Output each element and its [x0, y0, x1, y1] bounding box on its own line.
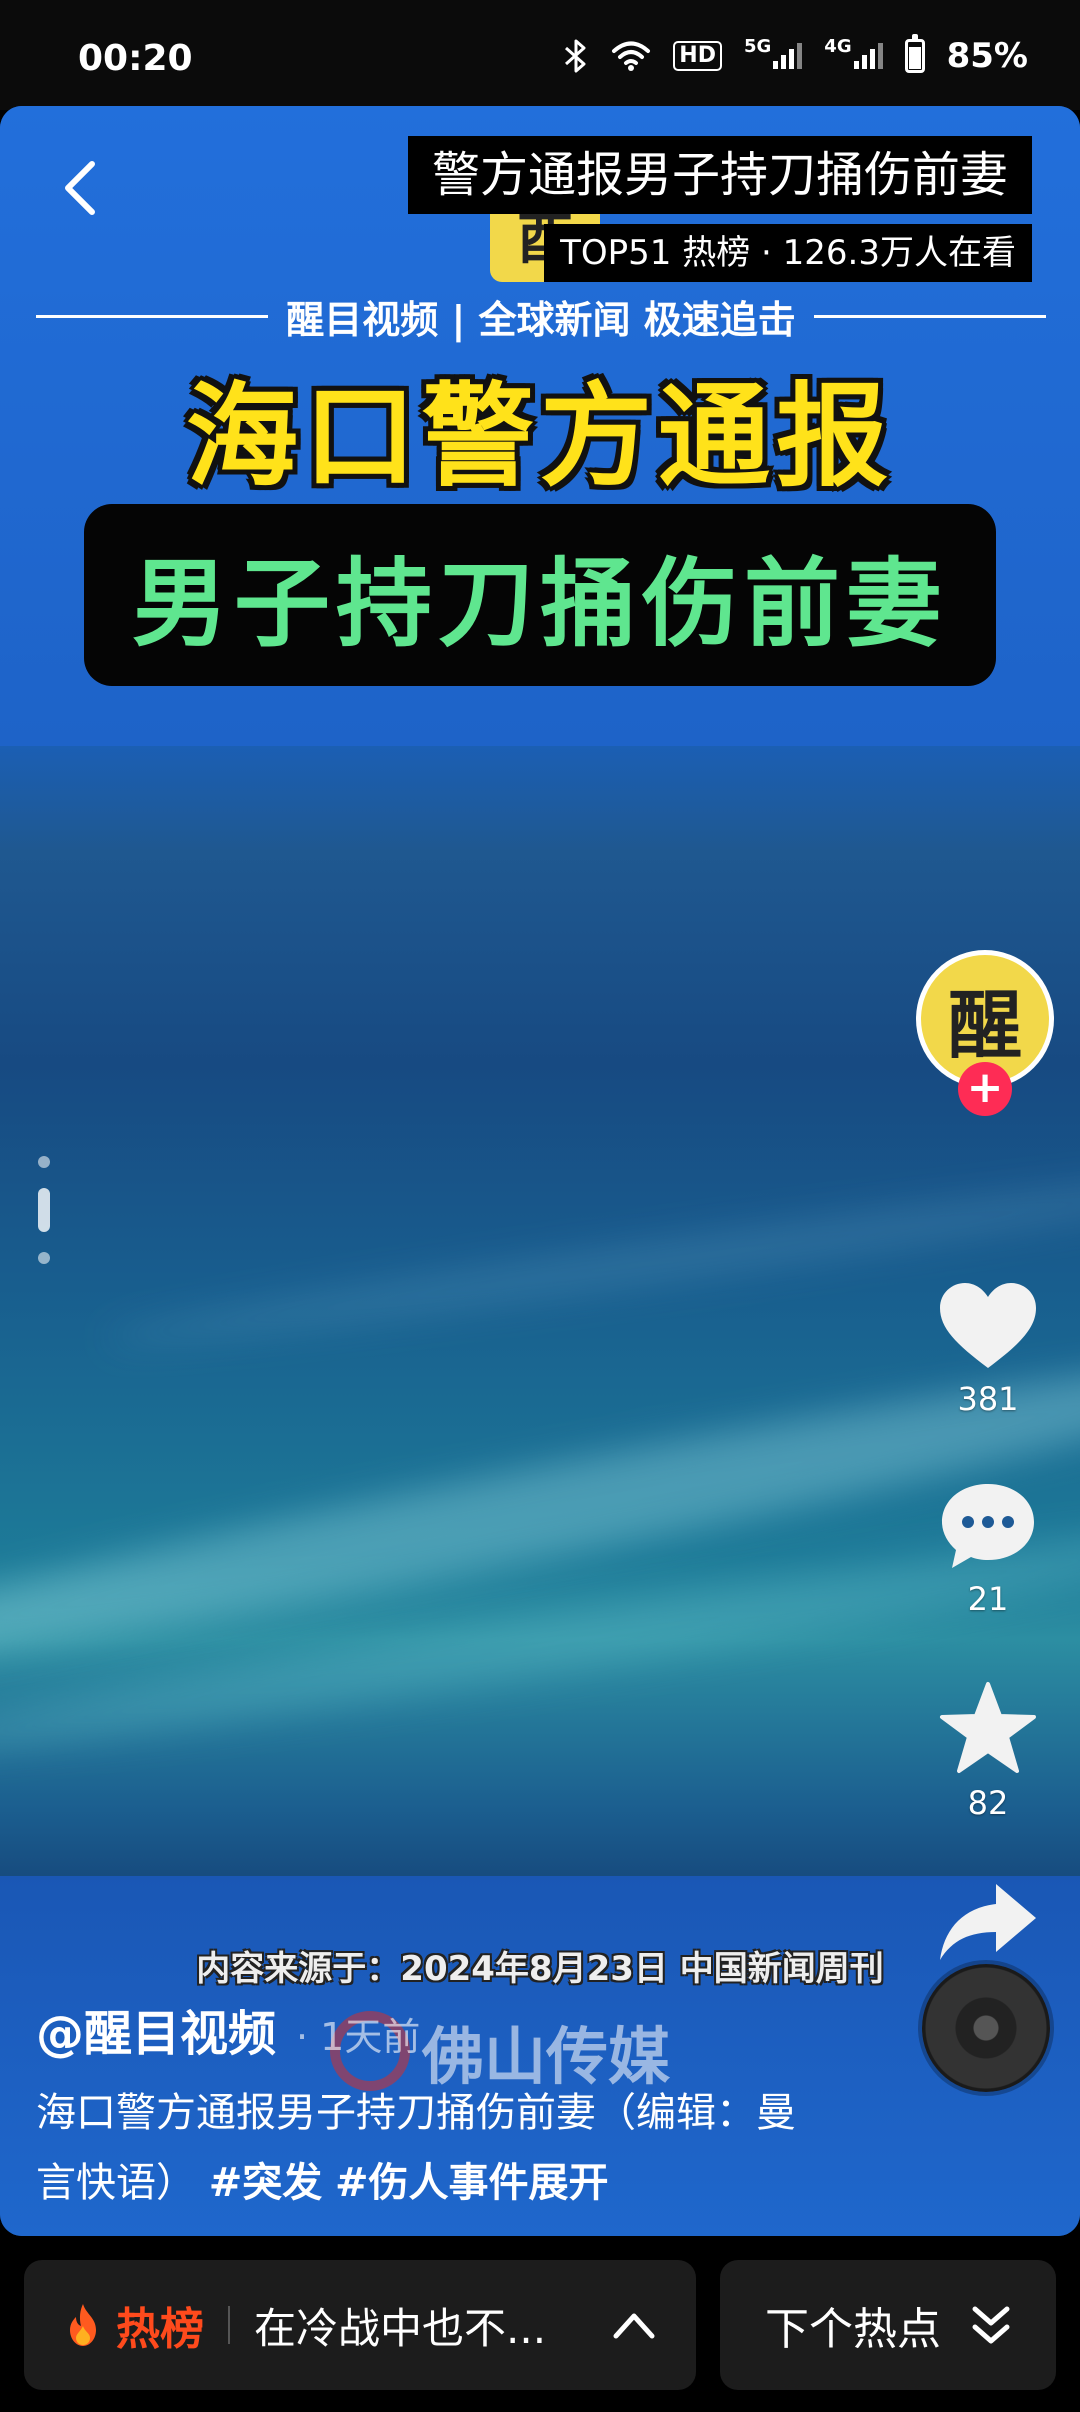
- status-icons: HD 5G 4G 85%: [563, 34, 1028, 76]
- double-chevron-down-icon: [972, 2306, 1010, 2344]
- heart-icon: [940, 1283, 1036, 1368]
- video-caption: 海口警方通报男子持刀捅伤前妻（编辑：曼言快语） #突发 #伤人事件展开: [36, 2078, 826, 2218]
- hd-voice-icon: HD: [673, 41, 722, 71]
- hashtag[interactable]: #伤人事件展开: [335, 2160, 609, 2206]
- comment-count: 21: [967, 1580, 1009, 1618]
- network-5g-label: 5G: [743, 35, 772, 57]
- chevron-left-icon: [65, 161, 95, 215]
- slogan-text: 醒目视频 | 全球新闻 极速追击: [286, 297, 796, 342]
- hashtag[interactable]: #突发: [209, 2160, 323, 2206]
- next-hot-label: 下个热点: [765, 2304, 941, 2355]
- chevron-up-icon[interactable]: [612, 2310, 656, 2340]
- headline-secondary: 男子持刀捅伤前妻: [132, 547, 948, 660]
- hot-list-bar[interactable]: 热榜 在冷战中也不...: [24, 2260, 696, 2390]
- status-time: 00:20: [78, 38, 193, 79]
- like-count: 381: [957, 1380, 1019, 1418]
- headline-box: 男子持刀捅伤前妻: [84, 504, 996, 686]
- status-bar: 00:20 HD 5G 4G 85%: [0, 0, 1080, 110]
- favorite-button[interactable]: 82: [916, 1680, 1060, 1822]
- share-arrow-icon: [940, 1884, 1036, 1960]
- hot-topic-text: 在冷战中也不...: [254, 2303, 547, 2353]
- battery-percent: 85%: [946, 36, 1028, 76]
- follow-button[interactable]: +: [958, 1062, 1012, 1116]
- like-button[interactable]: 381: [916, 1280, 1060, 1418]
- headline-primary: 海口警方通报: [186, 372, 894, 502]
- network-4g-label: 4G: [824, 35, 852, 57]
- music-disc-icon[interactable]: [922, 1964, 1050, 2092]
- signal-4g-icon: 4G: [824, 36, 883, 69]
- author-name[interactable]: @醒目视频: [36, 1994, 276, 2064]
- hot-list-label: 热榜: [116, 2304, 204, 2355]
- next-hot-button[interactable]: 下个热点: [720, 2260, 1056, 2390]
- bottom-bar: 热榜 在冷战中也不... 下个热点: [0, 2236, 1080, 2412]
- battery-icon: [904, 34, 925, 73]
- comment-button[interactable]: 21: [916, 1480, 1060, 1618]
- author-row: @醒目视频 · 1天前: [36, 1994, 420, 2064]
- post-time: · 1天前: [296, 2015, 421, 2059]
- star-icon: [940, 1682, 1036, 1773]
- fire-icon: [70, 2304, 96, 2346]
- page-indicator: [38, 1156, 50, 1284]
- hot-rank-info[interactable]: TOP51 热榜 · 126.3万人在看: [544, 224, 1032, 282]
- favorite-count: 82: [967, 1784, 1009, 1822]
- wifi-icon: [611, 40, 651, 72]
- back-button[interactable]: [52, 148, 108, 228]
- video-title: 警方通报男子持刀捅伤前妻: [407, 136, 1032, 214]
- signal-5g-icon: 5G: [744, 36, 803, 69]
- slogan-row: 醒目视频 | 全球新闻 极速追击: [36, 286, 1047, 346]
- bluetooth-icon: [563, 38, 589, 74]
- comment-icon: [942, 1484, 1034, 1568]
